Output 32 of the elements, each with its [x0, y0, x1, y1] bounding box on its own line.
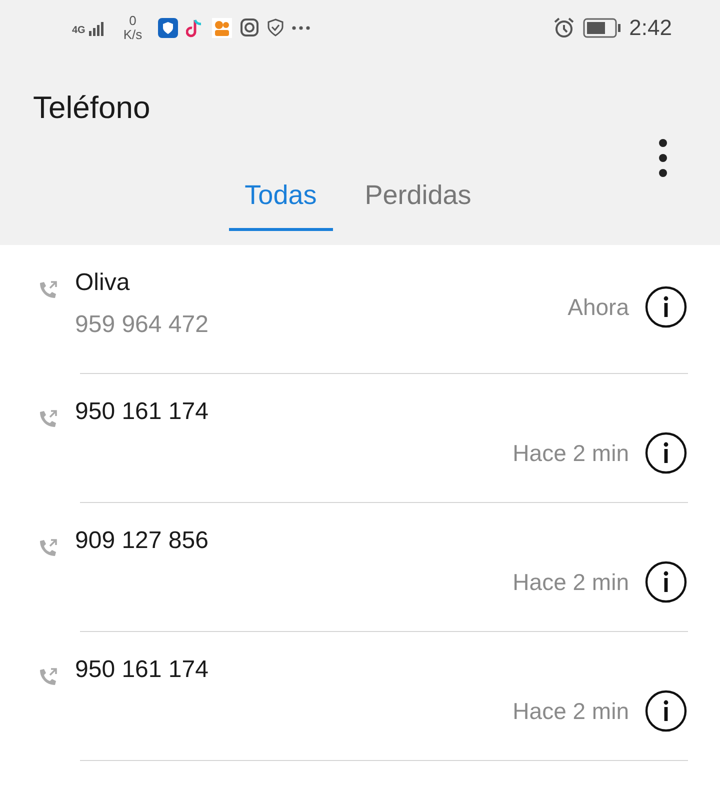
call-time: Hace 2 min	[512, 568, 629, 597]
app-icon	[212, 18, 232, 38]
contact-name: 950 161 174	[75, 655, 210, 685]
outgoing-call-icon	[37, 408, 59, 430]
tab[interactable]: Perdidas	[348, 175, 488, 230]
network-type: 4G	[72, 26, 86, 36]
camera-icon	[240, 18, 260, 37]
more-options-icon[interactable]	[658, 139, 668, 177]
outgoing-call-icon	[37, 279, 59, 301]
clock: 2:42	[629, 14, 672, 42]
contact-name: 909 127 856	[75, 526, 210, 556]
info-icon[interactable]	[645, 286, 687, 328]
shield-check-icon	[267, 18, 284, 37]
phone-number: 959 964 472	[75, 310, 210, 340]
call-time: Hace 2 min	[512, 438, 629, 468]
info-icon[interactable]	[645, 432, 687, 474]
call-time: Hace 2 min	[512, 696, 629, 726]
call-time: Ahora	[568, 292, 629, 322]
contact-name: 950 161 174	[75, 397, 210, 427]
shield-app-icon	[158, 18, 178, 38]
outgoing-call-icon	[37, 666, 59, 688]
app-title: Teléfono	[32, 89, 150, 127]
contact-name: Oliva	[75, 268, 131, 298]
info-icon[interactable]	[645, 690, 687, 732]
battery-icon	[583, 18, 622, 38]
alarm-icon	[553, 16, 576, 38]
more-icon	[292, 26, 310, 30]
info-icon[interactable]	[645, 561, 687, 603]
tab[interactable]: Todas	[228, 175, 333, 230]
speed-unit: K/s	[123, 28, 142, 42]
speed-value: 0	[128, 14, 138, 28]
outgoing-call-icon	[37, 537, 59, 559]
